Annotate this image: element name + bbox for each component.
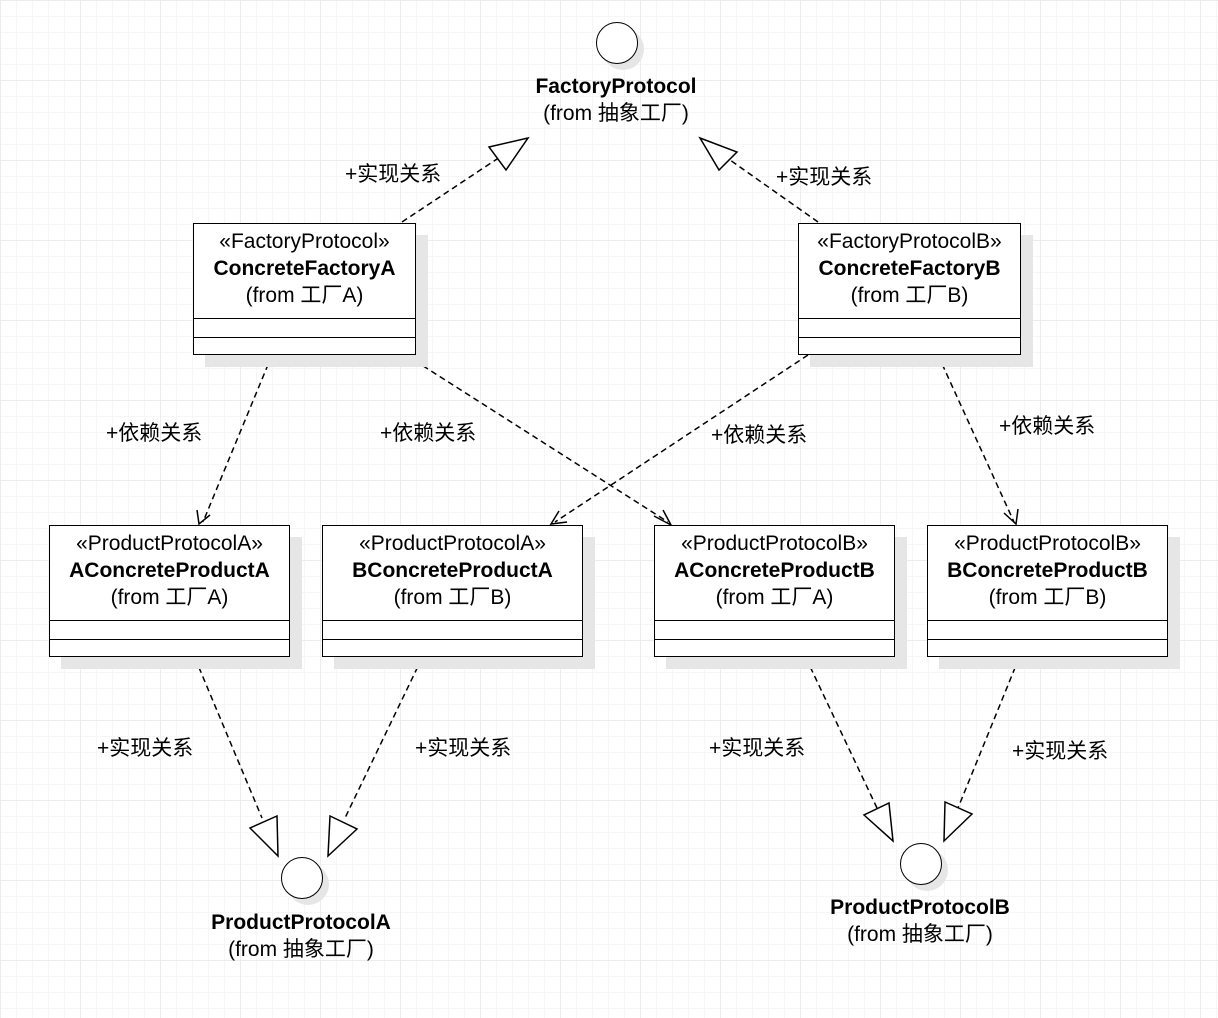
concrete-factory-a-class[interactable]: «FactoryProtocol» ConcreteFactoryA (from… (193, 223, 416, 355)
class-name: ConcreteFactoryA (213, 257, 396, 280)
class-package: (from 工厂B) (850, 284, 969, 307)
class-stereotype: «ProductProtocolA» (76, 532, 263, 555)
product-protocol-a-name: ProductProtocolA (211, 911, 391, 934)
concrete-factory-b-class[interactable]: «FactoryProtocolB» ConcreteFactoryB (fro… (798, 223, 1021, 355)
b-concrete-product-a-class[interactable]: «ProductProtocolA» BConcreteProductA (fr… (322, 525, 583, 657)
class-header: «ProductProtocolA» AConcreteProductA (fr… (50, 526, 289, 621)
factory-a-dependency-label-product-a: +依赖关系 (106, 422, 203, 445)
factory-a-realization-label: +实现关系 (345, 163, 442, 186)
operations-compartment (50, 640, 289, 659)
factory-a-dependency-label-product-b: +依赖关系 (380, 422, 477, 445)
operations-compartment (799, 338, 1020, 357)
factory-protocol-interface-icon[interactable] (596, 22, 638, 64)
class-stereotype: «ProductProtocolA» (359, 532, 546, 555)
attributes-compartment (799, 319, 1020, 338)
a-product-b-realization-label: +实现关系 (709, 737, 806, 760)
attributes-compartment (323, 621, 582, 640)
class-stereotype: «FactoryProtocolB» (817, 230, 1002, 253)
class-name: BConcreteProductA (352, 559, 553, 582)
realization-arrowhead-b-product-b (943, 800, 974, 843)
attributes-compartment (655, 621, 894, 640)
class-stereotype: «ProductProtocolB» (954, 532, 1141, 555)
class-name: AConcreteProductA (69, 559, 270, 582)
operations-compartment (928, 640, 1167, 659)
b-product-b-realization-label: +实现关系 (1012, 740, 1109, 763)
realization-arrowhead-a-product-a (248, 814, 279, 858)
factory-protocol-name: FactoryProtocol (535, 75, 697, 98)
dependency-arrowhead-product-a-right (549, 510, 568, 525)
a-concrete-product-b-class[interactable]: «ProductProtocolB» AConcreteProductB (fr… (654, 525, 895, 657)
attributes-compartment (50, 621, 289, 640)
factory-protocol-label: FactoryProtocol (from 抽象工厂) (436, 73, 796, 127)
b-product-a-realization-label: +实现关系 (415, 737, 512, 760)
product-protocol-b-name: ProductProtocolB (830, 896, 1010, 919)
class-header: «ProductProtocolB» BConcreteProductB (fr… (928, 526, 1167, 621)
factory-b-realization-label: +实现关系 (776, 166, 873, 189)
class-package: (from 工厂B) (393, 586, 512, 609)
class-stereotype: «ProductProtocolB» (681, 532, 868, 555)
class-package: (from 工厂B) (988, 586, 1107, 609)
factory-b-dependency-label-product-b: +依赖关系 (999, 415, 1096, 438)
operations-compartment (655, 640, 894, 659)
attributes-compartment (928, 621, 1167, 640)
class-header: «FactoryProtocol» ConcreteFactoryA (from… (194, 224, 415, 319)
class-header: «ProductProtocolB» AConcreteProductB (fr… (655, 526, 894, 621)
operations-compartment (323, 640, 582, 659)
dependency-arrowhead-product-b-left (653, 509, 673, 527)
dependency-arrowhead-product-b-right (1003, 508, 1019, 526)
realization-line-a-product-a (194, 657, 263, 819)
class-name: ConcreteFactoryB (818, 257, 1001, 280)
realization-arrowhead-factory-b (698, 136, 739, 172)
class-package: (from 工厂A) (245, 284, 364, 307)
product-protocol-a-interface-icon[interactable] (281, 857, 323, 899)
realization-arrowhead-factory-a (487, 136, 530, 172)
operations-compartment (194, 338, 415, 357)
factory-b-dependency-label-product-a: +依赖关系 (711, 424, 808, 447)
class-name: AConcreteProductB (674, 559, 875, 582)
class-header: «FactoryProtocolB» ConcreteFactoryB (fro… (799, 224, 1020, 319)
realization-line-a-product-b (805, 657, 878, 809)
dependency-line-factory-a-product-a (202, 354, 273, 523)
b-concrete-product-b-class[interactable]: «ProductProtocolB» BConcreteProductB (fr… (927, 525, 1168, 657)
a-concrete-product-a-class[interactable]: «ProductProtocolA» AConcreteProductA (fr… (49, 525, 290, 657)
product-protocol-b-label: ProductProtocolB (from 抽象工厂) (740, 894, 1100, 948)
class-name: BConcreteProductB (947, 559, 1148, 582)
relationship-lines (194, 136, 1020, 858)
realization-line-b-product-a (344, 657, 423, 819)
product-protocol-a-package: (from 抽象工厂) (228, 938, 374, 961)
realization-arrowhead-a-product-b (862, 801, 894, 843)
attributes-compartment (194, 319, 415, 338)
class-stereotype: «FactoryProtocol» (219, 230, 390, 253)
product-protocol-b-package: (from 抽象工厂) (847, 923, 993, 946)
class-package: (from 工厂A) (110, 586, 229, 609)
product-protocol-a-label: ProductProtocolA (from 抽象工厂) (121, 909, 481, 963)
a-product-a-realization-label: +实现关系 (97, 737, 194, 760)
realization-line-b-product-b (957, 657, 1020, 809)
factory-protocol-package: (from 抽象工厂) (543, 102, 689, 125)
class-header: «ProductProtocolA» BConcreteProductA (fr… (323, 526, 582, 621)
realization-arrowhead-b-product-a (327, 814, 359, 858)
product-protocol-b-interface-icon[interactable] (900, 843, 942, 885)
class-package: (from 工厂A) (715, 586, 834, 609)
